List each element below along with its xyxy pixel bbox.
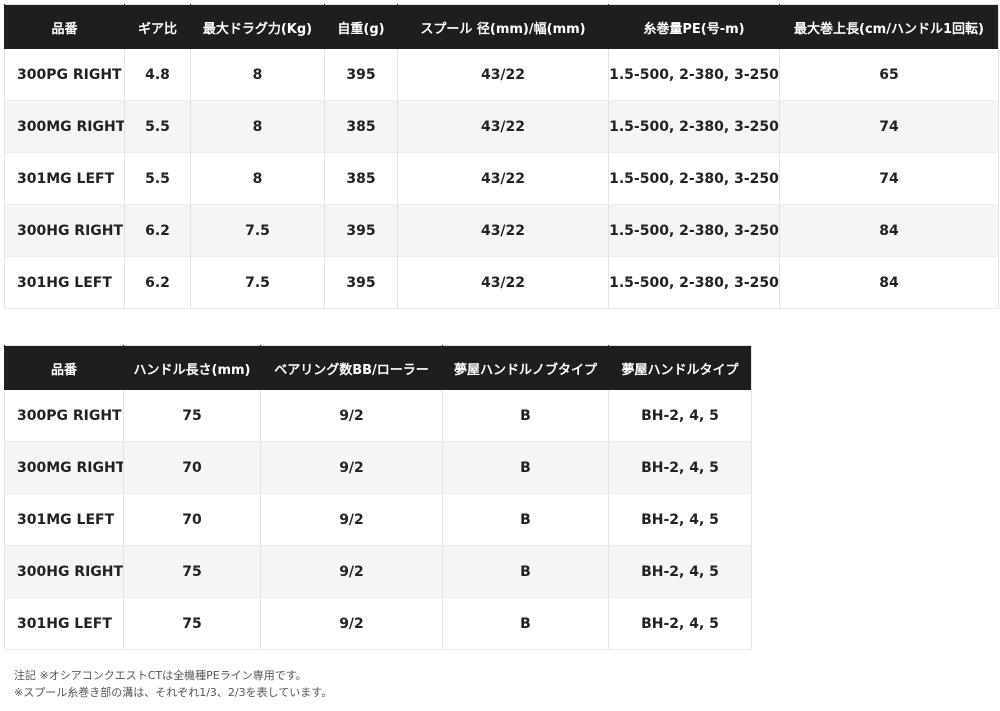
table-row: 300HG RIGHT 75 9/2 B BH-2, 4, 5	[4, 545, 752, 598]
table-row: 301HG LEFT 75 9/2 B BH-2, 4, 5	[4, 597, 752, 650]
note-line-1: 注記 ※オシアコンクエストCTは全機種PEライン専用です。	[14, 669, 307, 682]
cell-max-drag: 7.5	[190, 204, 325, 257]
cell-knob-type: B	[442, 493, 609, 546]
cell-line-capacity: 1.5-500, 2-380, 3-250	[608, 49, 780, 101]
cell-bearings: 9/2	[260, 441, 443, 494]
cell-bearings: 9/2	[260, 493, 443, 546]
cell-spool-size: 43/22	[397, 256, 609, 309]
cell-spool-size: 43/22	[397, 152, 609, 205]
cell-gear-ratio: 4.8	[124, 49, 191, 101]
cell-bearings: 9/2	[260, 545, 443, 598]
cell-handle-length: 75	[123, 390, 261, 442]
header-model: 品番	[4, 345, 124, 390]
spec-table: 品番 ギア比 最大ドラグ力(Kg) 自重(g) スプール 径(mm)/幅(mm)…	[4, 4, 999, 309]
header-spool-size: スプール 径(mm)/幅(mm)	[397, 4, 609, 49]
cell-model: 301MG LEFT	[4, 152, 125, 205]
cell-max-drag: 8	[190, 100, 325, 153]
header-handle-length: ハンドル長さ(mm)	[123, 345, 261, 390]
table-row: 301MG LEFT 70 9/2 B BH-2, 4, 5	[4, 493, 752, 546]
cell-line-capacity: 1.5-500, 2-380, 3-250	[608, 152, 780, 205]
cell-knob-type: B	[442, 597, 609, 650]
cell-knob-type: B	[442, 545, 609, 598]
cell-weight: 385	[324, 152, 398, 205]
table-row: 301MG LEFT 5.5 8 385 43/22 1.5-500, 2-38…	[4, 152, 999, 205]
cell-handle-type: BH-2, 4, 5	[608, 493, 752, 546]
cell-weight: 395	[324, 49, 398, 101]
cell-handle-length: 75	[123, 597, 261, 650]
cell-handle-type: BH-2, 4, 5	[608, 441, 752, 494]
header-gear-ratio: ギア比	[124, 4, 191, 49]
note-line-2: ※スプール糸巻き部の溝は、それぞれ1/3、2/3を表しています。	[14, 686, 333, 699]
handle-header-row: 品番 ハンドル長さ(mm) ベアリング数BB/ローラー 夢屋ハンドルノブタイプ …	[4, 345, 752, 390]
cell-knob-type: B	[442, 390, 609, 442]
cell-max-drag: 8	[190, 152, 325, 205]
cell-model: 301HG LEFT	[4, 256, 125, 309]
cell-model: 300HG RIGHT	[4, 204, 125, 257]
cell-weight: 395	[324, 204, 398, 257]
cell-weight: 395	[324, 256, 398, 309]
table-row: 300PG RIGHT 75 9/2 B BH-2, 4, 5	[4, 390, 752, 442]
cell-retrieve-length: 84	[779, 204, 999, 257]
cell-retrieve-length: 74	[779, 100, 999, 153]
header-weight: 自重(g)	[324, 4, 398, 49]
cell-model: 301HG LEFT	[4, 597, 124, 650]
table-row: 300MG RIGHT 70 9/2 B BH-2, 4, 5	[4, 441, 752, 494]
cell-gear-ratio: 6.2	[124, 256, 191, 309]
cell-gear-ratio: 6.2	[124, 204, 191, 257]
cell-retrieve-length: 65	[779, 49, 999, 101]
cell-max-drag: 7.5	[190, 256, 325, 309]
cell-line-capacity: 1.5-500, 2-380, 3-250	[608, 204, 780, 257]
table-row: 300HG RIGHT 6.2 7.5 395 43/22 1.5-500, 2…	[4, 204, 999, 257]
cell-line-capacity: 1.5-500, 2-380, 3-250	[608, 256, 780, 309]
cell-model: 300HG RIGHT	[4, 545, 124, 598]
cell-line-capacity: 1.5-500, 2-380, 3-250	[608, 100, 780, 153]
cell-spool-size: 43/22	[397, 204, 609, 257]
handle-table: 品番 ハンドル長さ(mm) ベアリング数BB/ローラー 夢屋ハンドルノブタイプ …	[4, 345, 752, 650]
header-handle-type: 夢屋ハンドルタイプ	[608, 345, 752, 390]
header-bearings: ベアリング数BB/ローラー	[260, 345, 443, 390]
cell-handle-type: BH-2, 4, 5	[608, 545, 752, 598]
cell-handle-length: 70	[123, 493, 261, 546]
cell-bearings: 9/2	[260, 390, 443, 442]
table-row: 301HG LEFT 6.2 7.5 395 43/22 1.5-500, 2-…	[4, 256, 999, 309]
table-row: 300MG RIGHT 5.5 8 385 43/22 1.5-500, 2-3…	[4, 100, 999, 153]
cell-spool-size: 43/22	[397, 100, 609, 153]
table-row: 300PG RIGHT 4.8 8 395 43/22 1.5-500, 2-3…	[4, 49, 999, 101]
cell-model: 300MG RIGHT	[4, 100, 125, 153]
header-model: 品番	[4, 4, 125, 49]
cell-knob-type: B	[442, 441, 609, 494]
cell-weight: 385	[324, 100, 398, 153]
notes: 注記 ※オシアコンクエストCTは全機種PEライン専用です。 ※スプール糸巻き部の…	[14, 667, 332, 701]
cell-model: 300PG RIGHT	[4, 49, 125, 101]
cell-bearings: 9/2	[260, 597, 443, 650]
cell-model: 300MG RIGHT	[4, 441, 124, 494]
cell-gear-ratio: 5.5	[124, 152, 191, 205]
header-max-drag: 最大ドラグ力(Kg)	[190, 4, 325, 49]
cell-retrieve-length: 84	[779, 256, 999, 309]
cell-max-drag: 8	[190, 49, 325, 101]
cell-spool-size: 43/22	[397, 49, 609, 101]
header-knob-type: 夢屋ハンドルノブタイプ	[442, 345, 609, 390]
header-retrieve-length: 最大巻上長(cm/ハンドル1回転)	[779, 4, 999, 49]
cell-model: 300PG RIGHT	[4, 390, 124, 442]
cell-handle-type: BH-2, 4, 5	[608, 390, 752, 442]
cell-handle-type: BH-2, 4, 5	[608, 597, 752, 650]
header-line-capacity: 糸巻量PE(号-m)	[608, 4, 780, 49]
cell-model: 301MG LEFT	[4, 493, 124, 546]
cell-gear-ratio: 5.5	[124, 100, 191, 153]
cell-handle-length: 75	[123, 545, 261, 598]
cell-retrieve-length: 74	[779, 152, 999, 205]
cell-handle-length: 70	[123, 441, 261, 494]
spec-header-row: 品番 ギア比 最大ドラグ力(Kg) 自重(g) スプール 径(mm)/幅(mm)…	[4, 4, 999, 49]
